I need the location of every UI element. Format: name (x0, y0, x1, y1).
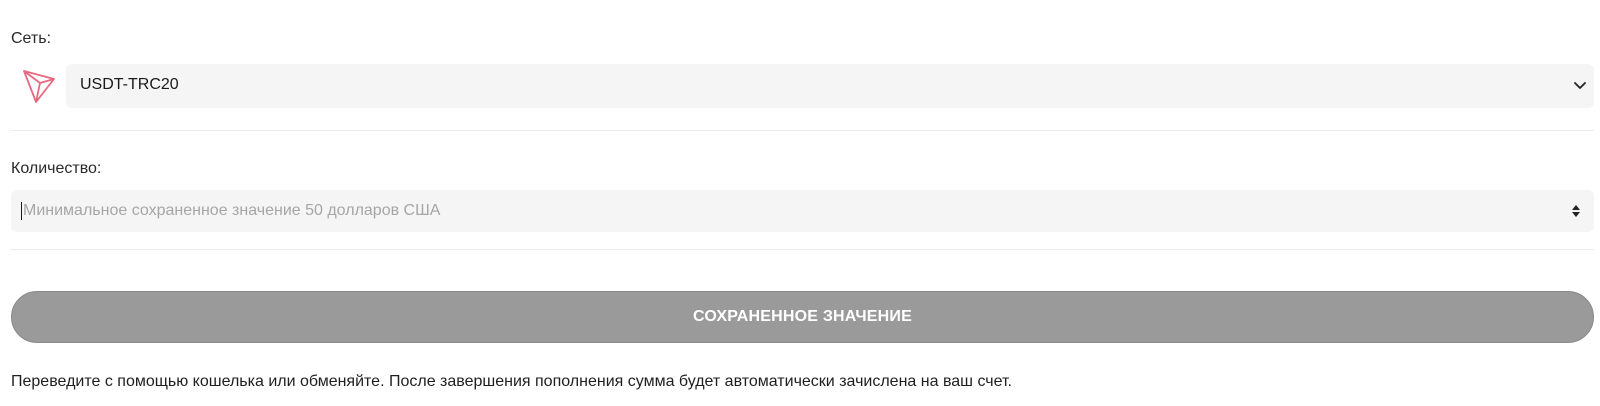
network-row: USDT-TRC20 (11, 64, 1594, 108)
divider (11, 130, 1594, 131)
amount-input[interactable]: Минимальное сохраненное значение 50 долл… (11, 190, 1594, 232)
number-spinner-icon[interactable] (1570, 202, 1582, 220)
save-button-label: СОХРАНЕННОЕ ЗНАЧЕНИЕ (693, 308, 912, 325)
chevron-down-icon (1572, 77, 1588, 93)
network-select[interactable]: USDT-TRC20 (66, 64, 1594, 108)
amount-placeholder: Минимальное сохраненное значение 50 долл… (23, 202, 441, 219)
tron-icon (20, 67, 58, 105)
text-caret (21, 202, 22, 220)
info-text: Переведите с помощью кошелька или обменя… (11, 373, 1012, 390)
save-value-button[interactable]: СОХРАНЕННОЕ ЗНАЧЕНИЕ (11, 291, 1594, 343)
divider (11, 249, 1594, 250)
amount-label: Количество: (11, 160, 102, 177)
network-label: Сеть: (11, 30, 52, 47)
network-selected-value: USDT-TRC20 (80, 76, 179, 93)
